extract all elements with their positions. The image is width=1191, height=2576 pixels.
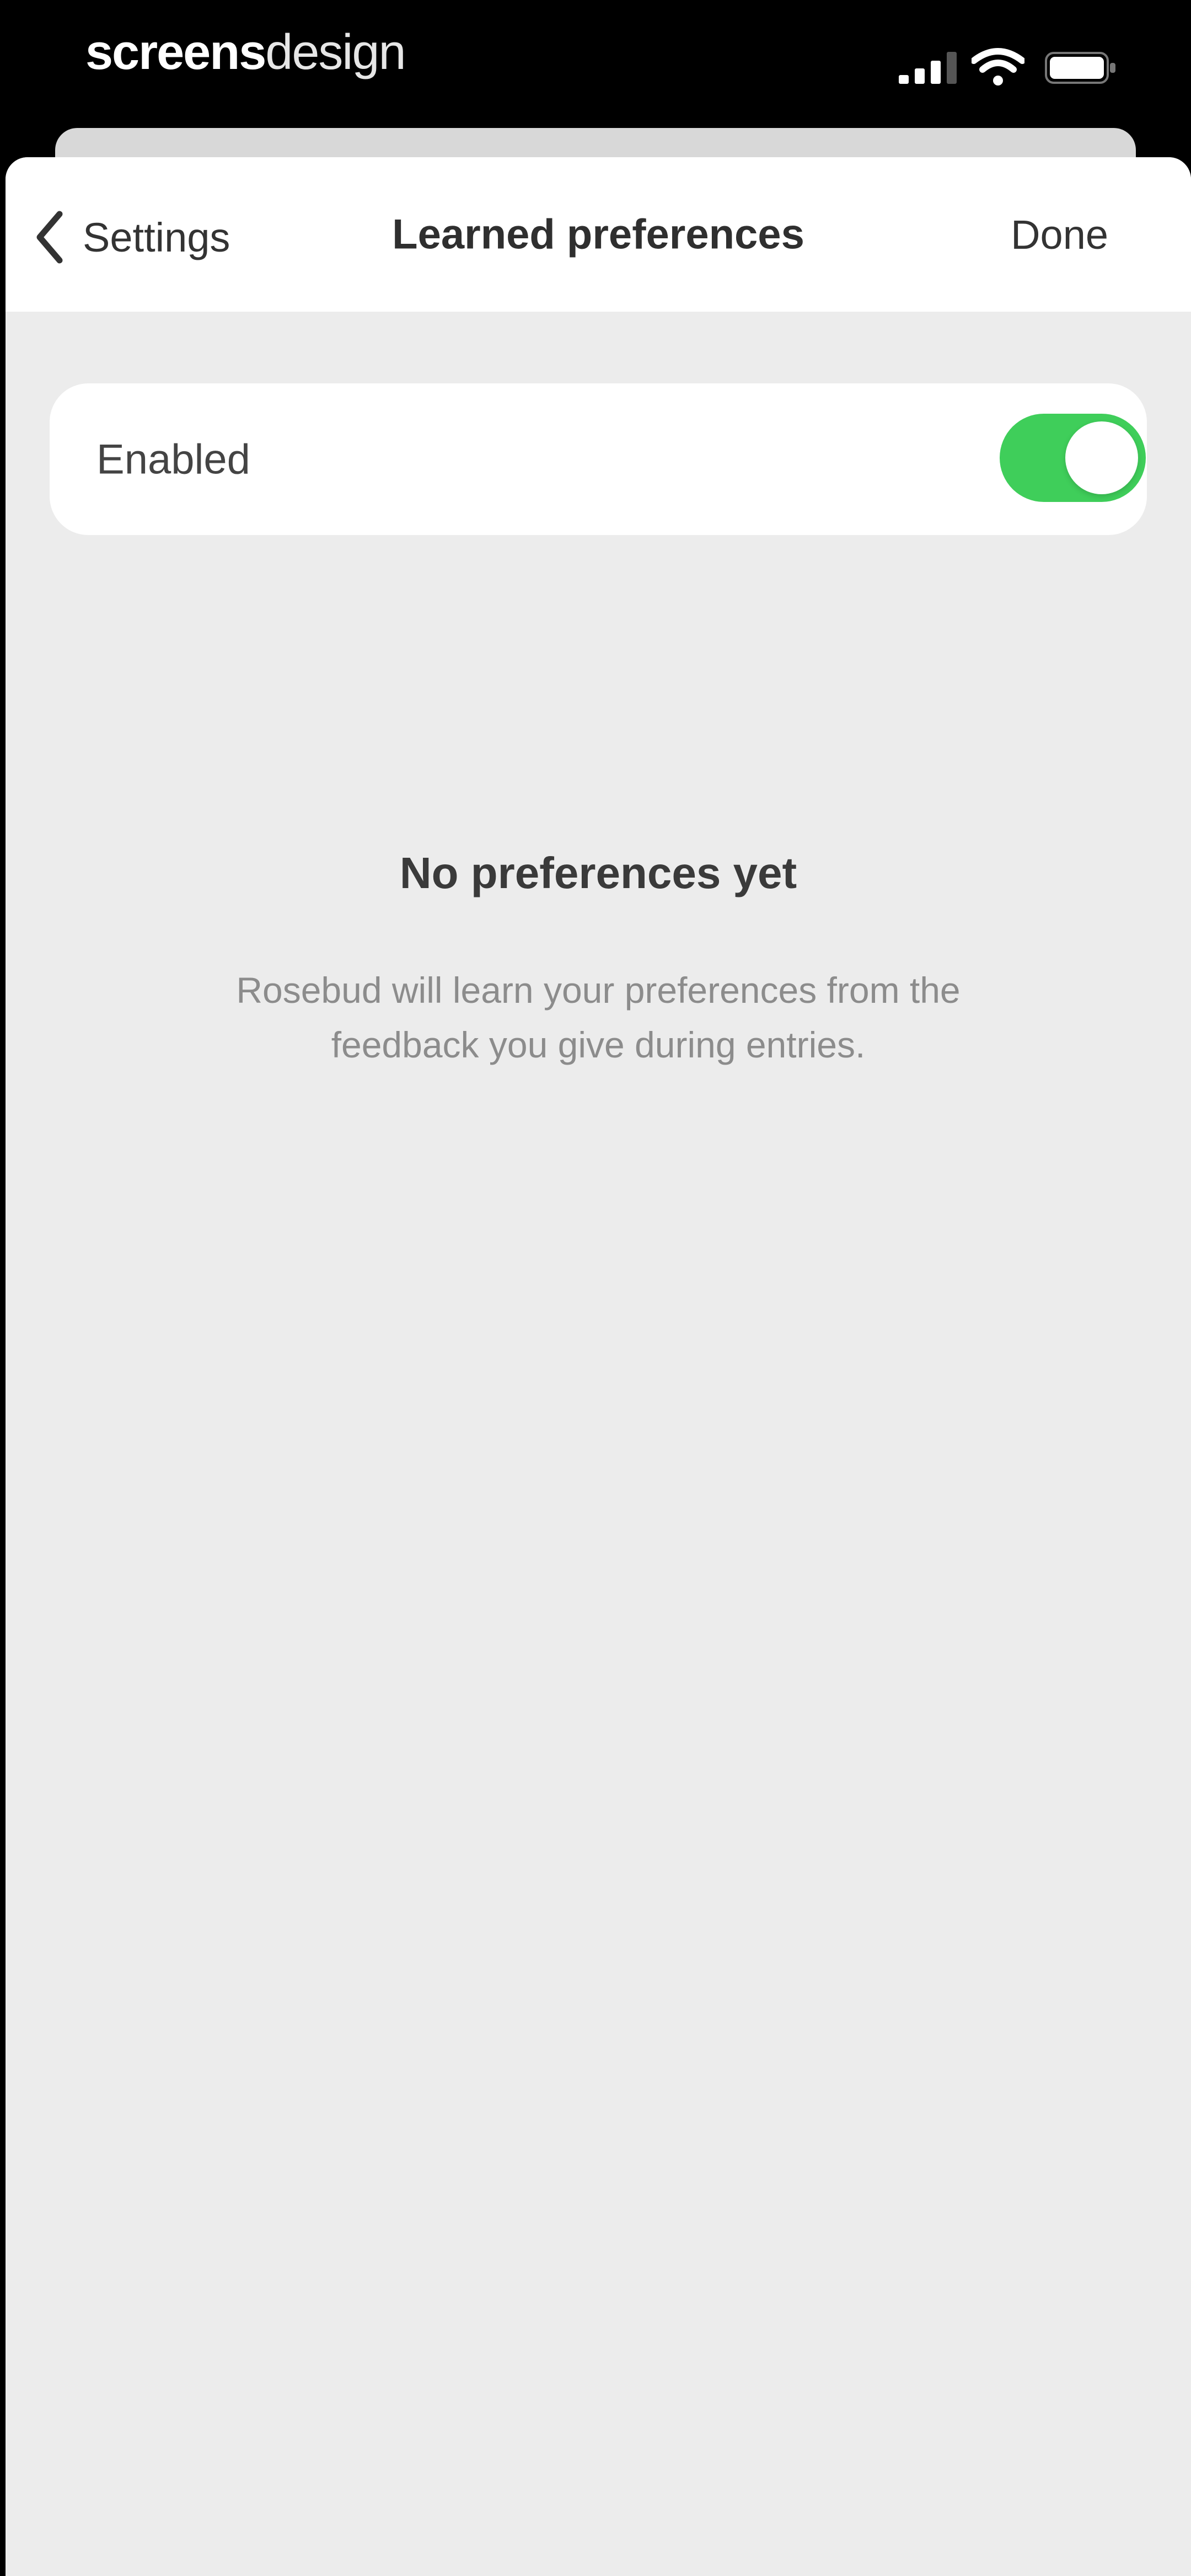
brand-strong-text: screens — [85, 25, 266, 80]
enabled-setting-card: Enabled — [50, 383, 1147, 535]
status-bar: screensdesign — [0, 0, 1191, 132]
navigation-bar: Settings Learned preferences Done — [6, 157, 1191, 312]
cellular-signal-icon — [899, 52, 957, 84]
back-button-label: Settings — [83, 214, 230, 260]
chevron-left-icon — [36, 211, 63, 264]
empty-state: No preferences yet Rosebud will learn yo… — [6, 847, 1191, 1072]
empty-state-description: Rosebud will learn your preferences from… — [236, 970, 961, 1065]
empty-state-title: No preferences yet — [399, 848, 797, 897]
done-button[interactable]: Done — [1011, 201, 1108, 268]
enabled-label: Enabled — [96, 436, 250, 483]
back-button[interactable]: Settings — [33, 207, 230, 268]
brand-watermark: screensdesign — [85, 25, 406, 80]
brand-light-text: design — [265, 25, 406, 80]
toggle-knob — [1065, 421, 1138, 494]
wifi-icon — [972, 48, 1024, 85]
battery-icon — [1045, 52, 1115, 84]
enabled-toggle-switch[interactable] — [1000, 414, 1146, 502]
modal-sheet: Settings Learned preferences Done Enable… — [6, 157, 1191, 2576]
